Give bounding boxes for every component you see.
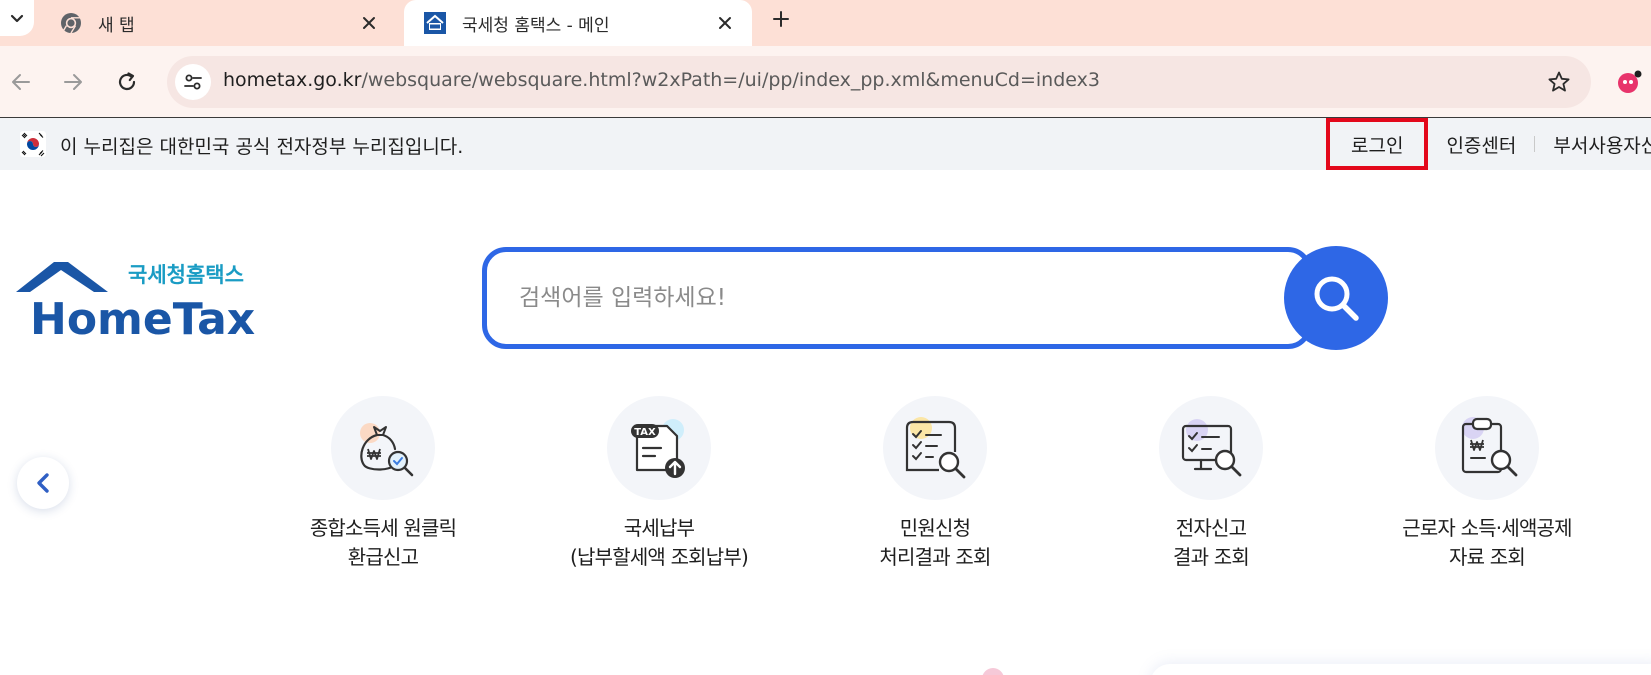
star-icon [1548,71,1570,92]
reload-button[interactable] [112,67,142,97]
gov-banner-text: 이 누리집은 대한민국 공식 전자정부 누리집입니다. [60,136,464,158]
search-box [482,247,1312,349]
back-button[interactable] [6,67,36,97]
clipboard-search-icon [1461,417,1518,477]
bookmark-star-button[interactable] [1545,68,1573,96]
quick-menu-item[interactable]: 민원신청 처리결과 조회 [815,396,1055,572]
quick-menu-item[interactable]: 전자신고 결과 조회 [1091,396,1331,572]
address-bar[interactable]: hometax.go.kr/websquare/websquare.html?w… [167,56,1591,108]
carousel-prev-button[interactable] [17,457,69,509]
department-user-request-link[interactable]: 부서사용자신청 [1535,131,1651,158]
label-line-1: 종합소득세 원클릭 [309,516,457,540]
monitor-search-icon [1181,419,1242,477]
url-path: /websquare/websquare.html?w2xPath=/ui/pp… [361,69,1100,91]
tab-hometax-main[interactable]: 국세청 홈택스 - 메인 [404,0,752,46]
quick-menu-label: 국세납부 (납부할세액 조회납부) [570,514,749,572]
extension-button[interactable] [1614,66,1646,98]
checklist-search-icon [905,417,966,479]
login-link[interactable]: 로그인 [1326,118,1429,170]
quick-menu-label: 전자신고 결과 조회 [1173,514,1250,572]
search-button[interactable] [1284,246,1388,350]
tab-close-button[interactable] [712,10,738,36]
close-icon [719,17,731,29]
label-line-1: 민원신청 [899,516,971,540]
url-text[interactable]: hometax.go.kr/websquare/websquare.html?w… [223,69,1100,91]
site-info-button[interactable] [175,64,211,100]
tab-title: 국세청 홈택스 - 메인 [462,15,610,36]
hometax-favicon [424,12,446,34]
chrome-icon [60,12,82,34]
label-line-2: 처리결과 조회 [879,545,991,569]
quick-menu-icon-circle [883,396,987,500]
decorative-dot [982,668,1004,675]
browser-toolbar: hometax.go.kr/websquare/websquare.html?w… [0,46,1651,118]
content-card-edge [1150,664,1651,675]
logo-korean-text: 국세청홈택스 [128,263,244,287]
label-line-2: 환급신고 [347,545,419,569]
label-line-2: 자료 조회 [1449,545,1526,569]
reload-icon [118,72,136,91]
plus-icon [773,11,789,27]
quick-menu-label: 근로자 소득·세액공제 자료 조회 [1402,514,1572,572]
quick-menu-icon-circle [1159,396,1263,500]
url-host: hometax.go.kr [223,69,362,91]
label-line-2: 결과 조회 [1173,545,1250,569]
chevron-down-icon [10,14,24,23]
quick-menu-item[interactable]: 근로자 소득·세액공제 자료 조회 [1367,396,1607,572]
label-line-2: (납부할세액 조회납부) [570,545,749,569]
certificate-center-link[interactable]: 인증센터 [1428,131,1534,158]
utility-links: 로그인 인증센터 부서사용자신청 [1326,118,1651,170]
quick-menu-icon-circle [331,396,435,500]
label-line-1: 근로자 소득·세액공제 [1402,516,1572,540]
quick-menu-icon-circle [1435,396,1539,500]
quick-menu-icon-circle: TAX [607,396,711,500]
tab-strip: 새 탭 국세청 홈택스 - 메인 [0,0,1651,46]
new-tab-button[interactable] [766,4,796,34]
search-input[interactable] [519,280,1219,316]
quick-menu-label: 민원신청 처리결과 조회 [879,514,991,572]
logo-english-text: HomeTax [30,294,255,338]
quick-menu-item[interactable]: 종합소득세 원클릭 환급신고 [263,396,503,572]
gov-official-banner: 이 누리집은 대한민국 공식 전자정부 누리집입니다. 로그인 인증센터 부서사… [0,118,1651,170]
tab-title: 새 탭 [98,15,135,36]
quick-menu-item[interactable]: TAX 국세납부 (납부할세액 조회납부) [539,396,779,572]
label-line-1: 전자신고 [1175,516,1247,540]
search-icon [1314,276,1359,321]
chevron-left-icon [37,473,49,493]
money-bag-search-icon [360,423,414,477]
tab-close-button[interactable] [356,10,382,36]
extension-icon [1618,70,1642,93]
label-line-1: 국세납부 [623,516,695,540]
quick-menu-label: 종합소득세 원클릭 환급신고 [309,514,457,572]
tax-document-upload-icon: TAX [631,419,685,478]
hometax-logo[interactable]: 국세청홈택스 HomeTax [16,260,256,345]
arrow-left-icon [12,74,30,90]
svg-text:TAX: TAX [634,427,656,438]
tab-search-dropdown[interactable] [0,0,34,36]
tab-new-tab[interactable]: 새 탭 [40,0,396,46]
arrow-right-icon [64,74,82,90]
tune-icon [184,74,202,90]
forward-button[interactable] [58,67,88,97]
korea-flag-icon [20,131,46,157]
close-icon [363,17,375,29]
